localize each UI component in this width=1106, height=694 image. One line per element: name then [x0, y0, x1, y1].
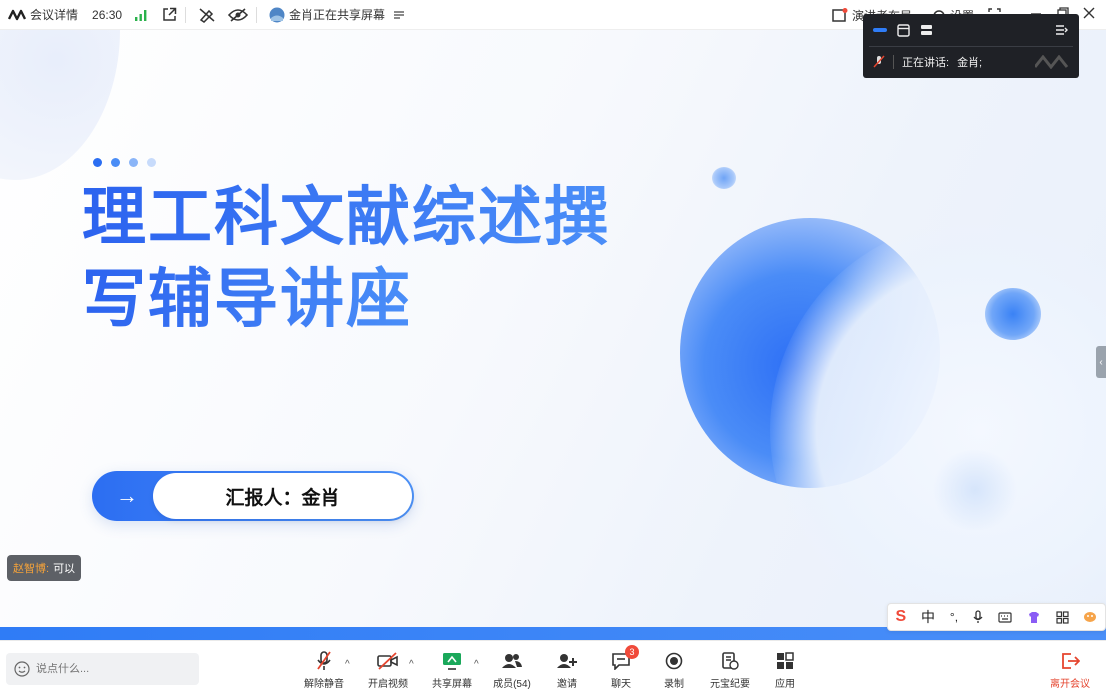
divider — [256, 6, 258, 23]
mic-muted-icon — [313, 651, 335, 671]
current-speaker-row: 正在讲话: 金肖; — [863, 47, 1079, 77]
chat-label: 聊天 — [611, 679, 631, 690]
signal-strength-icon[interactable] — [134, 9, 148, 21]
list-mode-icon[interactable] — [920, 24, 933, 37]
speaker-name: 金肖; — [957, 57, 983, 69]
chat-toast-message: 可以 — [53, 563, 76, 575]
window-mode-icon[interactable] — [897, 23, 910, 37]
bottom-control-bar: 解除静音 ^ 开启视频 ^ 共享屏幕 ^ 成员(54) — [0, 640, 1106, 694]
keyboard-icon[interactable] — [998, 611, 1012, 623]
share-screen-label: 共享屏幕 — [432, 679, 472, 690]
layout-icon — [832, 8, 848, 23]
yuanbao-minutes-label: 元宝纪要 — [710, 679, 750, 690]
reporter-banner: → 汇报人：金肖 — [92, 471, 414, 521]
mic-muted-icon — [873, 55, 885, 69]
record-icon — [663, 651, 685, 671]
collapse-panel-icon[interactable] — [1055, 24, 1069, 36]
skin-icon[interactable] — [1027, 611, 1041, 624]
divider — [185, 6, 187, 23]
video-options-caret[interactable]: ^ — [409, 659, 414, 670]
speaking-label: 正在讲话: — [902, 57, 950, 69]
unmute-label: 解除静音 — [304, 679, 344, 690]
minutes-doc-icon — [719, 651, 741, 671]
chat-input-box[interactable] — [6, 653, 199, 685]
chat-button[interactable]: 3 聊天 — [593, 645, 649, 690]
invite-label: 邀请 — [557, 679, 577, 690]
voice-input-icon[interactable] — [973, 610, 983, 624]
start-video-label: 开启视频 — [368, 679, 408, 690]
mascot-icon[interactable] — [1083, 611, 1097, 623]
toolbox-grid-icon[interactable] — [1055, 610, 1069, 624]
chat-icon: 3 — [610, 645, 639, 671]
hide-view-icon[interactable] — [228, 7, 249, 22]
leave-meeting-label: 离开会议 — [1050, 679, 1090, 690]
sharer-avatar — [269, 7, 285, 23]
ime-mode-toggle[interactable]: 中 — [921, 607, 935, 627]
annotation-off-icon[interactable] — [198, 7, 216, 23]
screen-share-status[interactable]: 金肖正在共享屏幕 — [269, 6, 405, 23]
ime-toolbar: S 中 °, — [887, 603, 1106, 631]
side-panel-toggle[interactable]: ‹ — [1096, 346, 1106, 378]
decorative-orb-faint — [930, 450, 1020, 530]
unmute-button[interactable]: 解除静音 — [296, 651, 352, 690]
apps-grid-icon — [774, 651, 796, 671]
reporter-label: 汇报人：金肖 — [153, 473, 412, 519]
members-button[interactable]: 成员(54) — [484, 651, 540, 690]
audio-wave-icon — [1035, 55, 1069, 69]
meeting-details-button[interactable]: 会议详情 — [8, 6, 78, 23]
decorative-orb-right — [985, 288, 1041, 340]
start-video-button[interactable]: 开启视频 — [360, 651, 416, 690]
yuanbao-minutes-button[interactable]: 元宝纪要 — [702, 651, 758, 690]
share-options-caret[interactable]: ^ — [474, 659, 479, 670]
arrow-right-icon: → — [116, 483, 138, 508]
invite-user-icon — [556, 651, 578, 671]
sharer-status-label: 金肖正在共享屏幕 — [289, 8, 386, 22]
chat-input[interactable] — [36, 663, 186, 675]
leave-meeting-button[interactable]: 离开会议 — [1042, 651, 1098, 690]
camera-off-icon — [377, 651, 399, 671]
chat-unread-badge: 3 — [625, 645, 639, 659]
slide-title-line-1: 理工科文献综述撰 — [82, 166, 610, 258]
chat-toast-sender: 赵智博: — [13, 563, 50, 575]
sogou-logo-icon[interactable]: S — [895, 608, 906, 626]
popout-icon[interactable] — [162, 7, 177, 22]
apps-button[interactable]: 应用 — [757, 651, 813, 690]
punctuation-icon[interactable]: °, — [950, 610, 958, 624]
minimize-bar-icon[interactable] — [873, 27, 887, 33]
chevron-left-icon: ‹ — [1099, 356, 1103, 368]
emoji-icon[interactable] — [14, 661, 30, 677]
apps-label: 应用 — [775, 679, 795, 690]
invite-button[interactable]: 邀请 — [539, 651, 595, 690]
divider — [893, 55, 894, 69]
record-label: 录制 — [664, 679, 684, 690]
slide-title-line-2: 写辅导讲座 — [82, 248, 412, 340]
chat-toast[interactable]: 赵智博: 可以 — [7, 555, 82, 581]
menu-lines-icon[interactable] — [393, 10, 405, 20]
share-screen-button[interactable]: 共享屏幕 — [424, 651, 480, 690]
audio-options-caret[interactable]: ^ — [345, 659, 350, 670]
members-label: 成员(54) — [493, 679, 531, 690]
shared-screen-slide: 理工科文献综述撰 写辅导讲座 → 汇报人：金肖 ‹ — [0, 30, 1106, 640]
speaker-float-window[interactable]: 正在讲话: 金肖; — [863, 14, 1079, 78]
meeting-window: 会议详情 26:30 金肖正在共享屏幕 理工科文献综述撰 写辅导讲座 → 汇报人… — [0, 0, 1106, 694]
meeting-timer: 26:30 — [92, 7, 123, 22]
speaker-window-toolbar — [863, 14, 1079, 46]
meeting-details-label: 会议详情 — [30, 8, 79, 22]
share-screen-icon — [441, 651, 463, 671]
members-icon — [501, 651, 523, 671]
close-icon[interactable] — [1083, 7, 1095, 19]
record-button[interactable]: 录制 — [646, 651, 702, 690]
meeting-logo-icon — [8, 9, 26, 21]
decorative-orb-small — [712, 167, 736, 189]
leave-door-icon — [1059, 651, 1081, 671]
